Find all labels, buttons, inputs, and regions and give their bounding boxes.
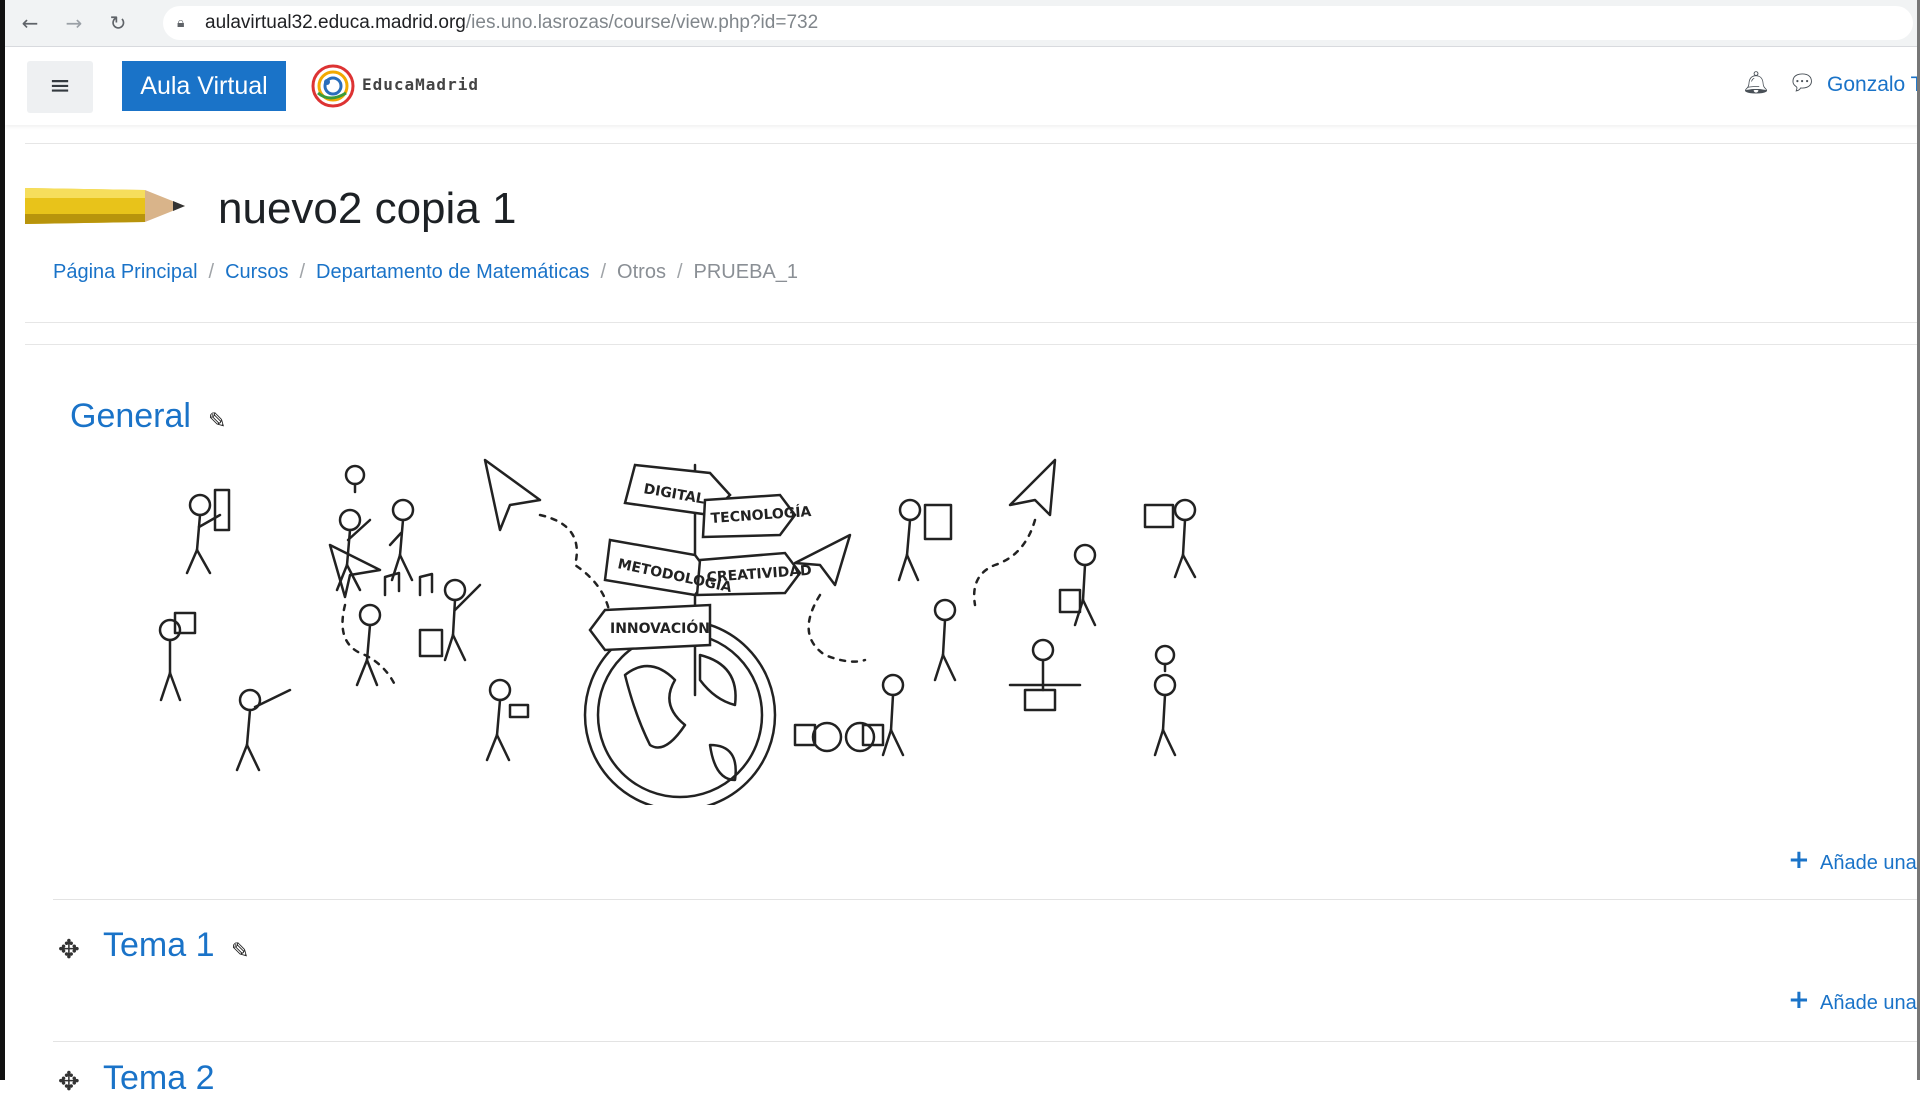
course-content: General ✎ DIGITAL TECNOLOGÍA METODOLOGÍA… xyxy=(25,344,1920,1097)
breadcrumb-item-departamento[interactable]: Departamento de Matemáticas xyxy=(316,261,589,283)
bell-icon[interactable]: 🔔︎ xyxy=(1742,71,1770,96)
breadcrumb-item-cursos[interactable]: Cursos xyxy=(225,261,288,283)
add-activity-link-tema-1[interactable]: Añade una xyxy=(1820,992,1917,1015)
browser-toolbar: ← → ↻ 🔒︎ aulavirtual32.educa.madrid.org/… xyxy=(5,0,1920,47)
educamadrid-logo[interactable]: EducaMadrid xyxy=(310,63,490,109)
url-host: aulavirtual32.educa.madrid.org xyxy=(205,12,466,33)
section-title-general[interactable]: General xyxy=(70,397,191,436)
hamburger-icon[interactable]: ≡ xyxy=(27,61,93,113)
breadcrumb-separator: / xyxy=(676,261,683,283)
logo-text: EducaMadrid xyxy=(362,75,479,94)
breadcrumb: Página Principal / Cursos / Departamento de … xyxy=(53,261,798,284)
site-navbar: ≡ Aula Virtual EducaMadrid 🔔︎ 💬︎ Gonzalo… xyxy=(5,47,1920,125)
user-menu[interactable]: Gonzalo T xyxy=(1827,73,1920,97)
lock-icon: 🔒︎ xyxy=(177,15,185,31)
move-icon[interactable]: ✥ xyxy=(58,935,80,965)
breadcrumb-item-prueba[interactable]: PRUEBA_1 xyxy=(694,261,799,283)
add-activity-link-general[interactable]: Añade una xyxy=(1820,852,1917,875)
educamadrid-emblem-icon xyxy=(311,64,355,108)
chat-bubble-icon[interactable]: 💬︎ xyxy=(1788,71,1816,96)
innovation-illustration: DIGITAL TECNOLOGÍA METODOLOGÍA CREATIVID… xyxy=(158,458,1197,805)
back-icon[interactable]: ← xyxy=(17,10,43,36)
plus-icon[interactable]: + xyxy=(1788,845,1810,875)
url-text: aulavirtual32.educa.madrid.org/ies.uno.l… xyxy=(205,6,818,40)
screen-left-edge xyxy=(0,0,5,1080)
page-title: nuevo2 copia 1 xyxy=(218,184,517,233)
section-divider xyxy=(53,899,1920,900)
breadcrumb-separator: / xyxy=(299,261,306,283)
section-divider xyxy=(53,1041,1920,1042)
pencil-edit-icon[interactable]: ✎ xyxy=(231,939,249,964)
pencil-course-image xyxy=(25,188,185,224)
plus-icon[interactable]: + xyxy=(1788,985,1810,1015)
move-icon[interactable]: ✥ xyxy=(58,1067,80,1097)
reload-icon[interactable]: ↻ xyxy=(105,10,131,36)
address-bar[interactable]: 🔒︎ aulavirtual32.educa.madrid.org/ies.un… xyxy=(163,6,1913,40)
aula-virtual-button[interactable]: Aula Virtual xyxy=(122,61,286,111)
page-header: nuevo2 copia 1 Página Principal / Cursos / D… xyxy=(25,143,1920,323)
forward-icon[interactable]: → xyxy=(61,10,87,36)
breadcrumb-item-otros[interactable]: Otros xyxy=(617,261,666,283)
breadcrumb-separator: / xyxy=(600,261,607,283)
sign-innovacion: INNOVACIÓN xyxy=(610,619,710,637)
url-path: /ies.uno.lasrozas/course/view.php?id=732 xyxy=(465,12,819,33)
section-title-tema-1[interactable]: Tema 1 xyxy=(103,926,215,965)
section-title-tema-2[interactable]: Tema 2 xyxy=(103,1059,215,1098)
breadcrumb-item-pagina-principal[interactable]: Página Principal xyxy=(53,261,198,283)
breadcrumb-separator: / xyxy=(208,261,215,283)
pencil-edit-icon[interactable]: ✎ xyxy=(208,409,226,434)
